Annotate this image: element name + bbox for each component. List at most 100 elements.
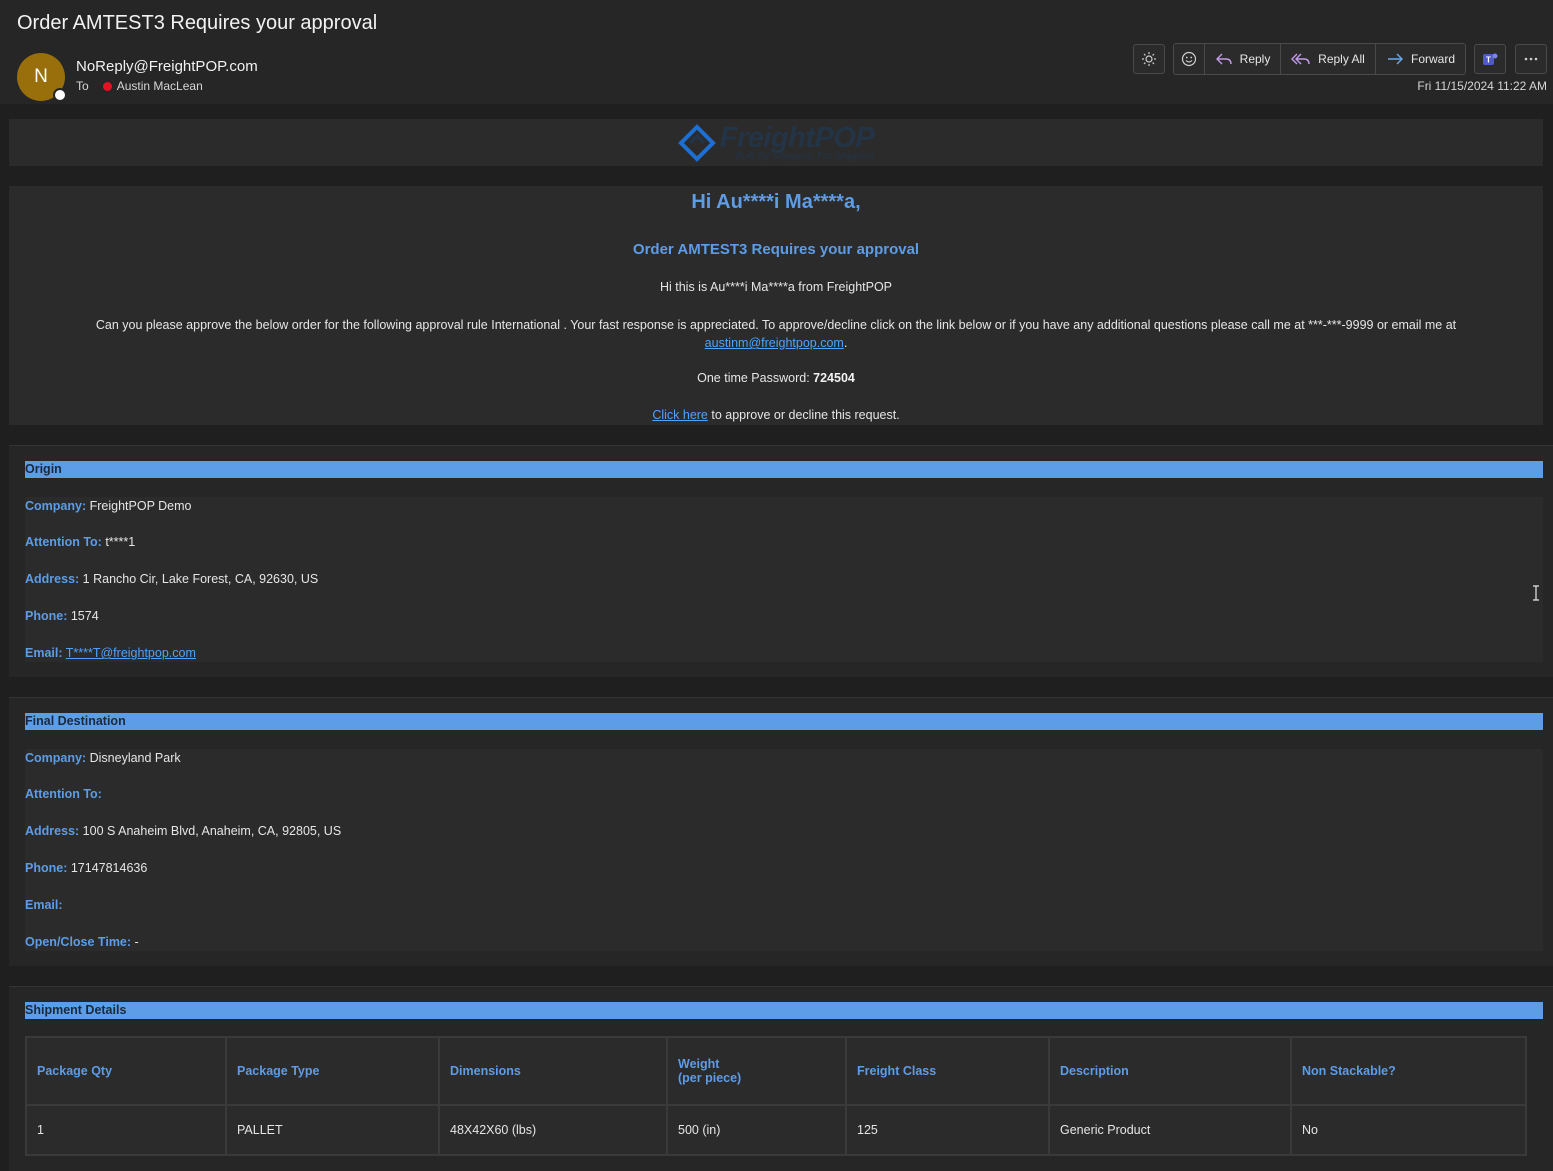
- recipient-name[interactable]: Austin MacLean: [117, 79, 203, 93]
- origin-phone-label: Phone:: [25, 609, 68, 623]
- table-header-row: Package Qty Package Type Dimensions Weig…: [25, 1036, 1527, 1106]
- destination-attention: Attention To:: [25, 787, 102, 801]
- origin-details: Company: FreightPOP Demo Attention To: t…: [25, 497, 1543, 662]
- origin-email: Email: T****T@freightpop.com: [25, 646, 196, 660]
- origin-phone: Phone: 1574: [25, 609, 99, 623]
- destination-email-label: Email:: [25, 898, 63, 912]
- col-description: Description: [1048, 1036, 1292, 1106]
- otp-value: 724504: [813, 371, 855, 385]
- freightpop-logo-icon: [677, 123, 716, 162]
- greeting-heading: Hi Au****i Ma****a,: [691, 191, 861, 213]
- freightpop-logo: FreightPOP Built By Shippers, For Shippe…: [677, 121, 875, 162]
- forward-button[interactable]: Forward: [1376, 44, 1465, 74]
- approval-intro: Hi Au****i Ma****a, Order AMTEST3 Requir…: [9, 186, 1543, 425]
- logo-brand-freight: Freight: [719, 121, 815, 154]
- cell-package-type: PALLET: [225, 1104, 440, 1156]
- approval-request-text: Can you please approve the below order f…: [64, 316, 1488, 352]
- col-weight-sub: (per piece): [678, 1071, 742, 1085]
- intro-line: Hi this is Au****i Ma****a from FreightP…: [659, 280, 893, 294]
- cell-package-qty: 1: [25, 1104, 227, 1156]
- theme-toggle-button[interactable]: [1133, 44, 1165, 74]
- message-toolbar: Reply Reply All Forward T: [1133, 43, 1547, 75]
- teams-button[interactable]: T: [1474, 44, 1506, 74]
- destination-phone-label: Phone:: [25, 861, 68, 875]
- shipment-table: Package Qty Package Type Dimensions Weig…: [25, 1036, 1527, 1156]
- col-weight: Weight (per piece): [666, 1036, 847, 1106]
- teams-icon: T: [1483, 53, 1498, 65]
- recipient-line: To Austin MacLean: [76, 79, 203, 93]
- col-package-qty: Package Qty: [25, 1036, 227, 1106]
- origin-company: Company: FreightPOP Demo: [25, 499, 192, 513]
- origin-company-label: Company:: [25, 499, 87, 513]
- origin-company-value: FreightPOP Demo: [89, 499, 192, 513]
- approve-link-line: Click here to approve or decline this re…: [9, 408, 1543, 422]
- col-non-stackable: Non Stackable?: [1290, 1036, 1527, 1106]
- to-label: To: [76, 79, 89, 93]
- otp-label: One time Password:: [697, 371, 810, 385]
- cell-dimensions: 48X42X60 (lbs): [438, 1104, 668, 1156]
- col-package-type: Package Type: [225, 1036, 440, 1106]
- destination-hours: Open/Close Time: -: [25, 935, 139, 949]
- more-actions-button[interactable]: [1515, 44, 1547, 74]
- origin-address-value: 1 Rancho Cir, Lake Forest, CA, 92630, US: [82, 572, 319, 586]
- more-icon: [1524, 57, 1538, 61]
- origin-section: Origin Company: FreightPOP Demo Attentio…: [9, 445, 1553, 677]
- origin-attention-value: t****1: [105, 535, 136, 549]
- origin-heading: Origin: [25, 461, 1543, 478]
- brightness-icon: [1142, 52, 1156, 66]
- origin-email-link[interactable]: T****T@freightpop.com: [66, 646, 196, 660]
- reply-all-button[interactable]: Reply All: [1281, 44, 1376, 74]
- cell-weight: 500 (in): [666, 1104, 847, 1156]
- shipment-heading: Shipment Details: [25, 1002, 1543, 1019]
- response-button-group: Reply Reply All Forward: [1173, 43, 1466, 75]
- origin-attention: Attention To: t****1: [25, 535, 135, 549]
- message-header: Order AMTEST3 Requires your approval N N…: [0, 0, 1553, 104]
- cell-non-stackable: No: [1290, 1104, 1527, 1156]
- text-cursor-icon: [1533, 585, 1539, 601]
- svg-text:T: T: [1486, 56, 1491, 65]
- reply-button[interactable]: Reply: [1205, 44, 1281, 74]
- presence-indicator: [53, 88, 67, 102]
- sentence-period: .: [843, 336, 848, 350]
- received-date: Fri 11/15/2024 11:22 AM: [1417, 79, 1547, 93]
- forward-icon: [1387, 53, 1403, 65]
- origin-address-label: Address:: [25, 572, 80, 586]
- order-title: Order AMTEST3 Requires your approval: [632, 241, 920, 258]
- destination-section: Final Destination Company: Disneyland Pa…: [9, 697, 1553, 966]
- destination-details: Company: Disneyland Park Attention To: A…: [25, 749, 1543, 951]
- origin-phone-value: 1574: [70, 609, 99, 623]
- table-row: 1 PALLET 48X42X60 (lbs) 500 (in) 125 Gen…: [25, 1104, 1527, 1156]
- col-dimensions: Dimensions: [438, 1036, 668, 1106]
- destination-company-label: Company:: [25, 751, 87, 765]
- origin-address: Address: 1 Rancho Cir, Lake Forest, CA, …: [25, 572, 318, 586]
- destination-attention-label: Attention To:: [25, 787, 102, 801]
- destination-company-value: Disneyland Park: [89, 751, 181, 765]
- reply-all-label: Reply All: [1318, 52, 1365, 66]
- shipment-section: Shipment Details Package Qty Package Typ…: [9, 986, 1553, 1171]
- email-subject: Order AMTEST3 Requires your approval: [17, 12, 378, 34]
- sender-address[interactable]: NoReply@FreightPOP.com: [76, 58, 258, 75]
- click-here-link[interactable]: Click here: [652, 408, 708, 422]
- origin-email-label: Email:: [25, 646, 63, 660]
- emoji-reaction-button[interactable]: [1174, 44, 1205, 74]
- destination-address: Address: 100 S Anaheim Blvd, Anaheim, CA…: [25, 824, 341, 838]
- destination-hours-label: Open/Close Time:: [25, 935, 132, 949]
- destination-address-value: 100 S Anaheim Blvd, Anaheim, CA, 92805, …: [82, 824, 342, 838]
- col-freight-class: Freight Class: [845, 1036, 1050, 1106]
- reply-label: Reply: [1239, 52, 1271, 66]
- contact-email-link[interactable]: austinm@freightpop.com: [705, 336, 844, 350]
- destination-phone: Phone: 17147814636: [25, 861, 147, 875]
- cell-freight-class: 125: [845, 1104, 1050, 1156]
- reply-all-icon: [1291, 53, 1310, 65]
- destination-hours-value: -: [134, 935, 139, 949]
- destination-email: Email:: [25, 898, 63, 912]
- forward-label: Forward: [1410, 52, 1455, 66]
- col-weight-label: Weight: [678, 1057, 720, 1071]
- logo-brand-pop: POP: [814, 121, 875, 154]
- destination-heading: Final Destination: [25, 713, 1543, 730]
- origin-attention-label: Attention To:: [25, 535, 102, 549]
- avatar-initial: N: [34, 66, 48, 87]
- approval-request-body: Can you please approve the below order f…: [95, 318, 1457, 332]
- destination-company: Company: Disneyland Park: [25, 751, 181, 765]
- reply-icon: [1215, 53, 1232, 65]
